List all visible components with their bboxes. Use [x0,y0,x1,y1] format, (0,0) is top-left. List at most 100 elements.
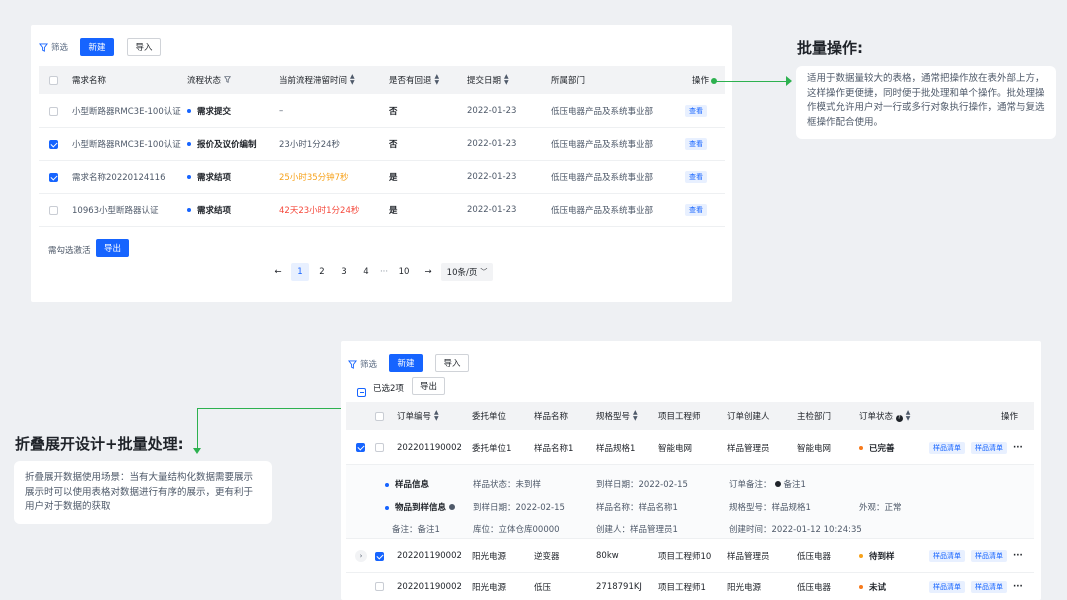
sample-list-tag[interactable]: 样品清单 [971,441,1007,454]
view-button[interactable]: 查看 [685,204,707,216]
export-button[interactable]: 导出 [412,377,445,395]
col-spec[interactable]: 规格型号 ▲ ▼ [596,410,638,423]
cell-name: 小型断路器RMC3E-100认证 [72,107,181,117]
cell-duration: 42天23小时1分24秒 [279,206,360,216]
filter-button[interactable]: 筛选 [348,358,377,370]
page-4[interactable]: 4 [357,263,375,281]
info-icon [774,481,781,487]
expanded-detail-panel: 样品信息 样品状态：未到样 到样日期：2022-02-15 订单备注： 备注1 物… [346,464,1034,539]
page-ellipsis: ··· [379,267,389,277]
status-label: 未试 [869,582,887,593]
more-icon[interactable]: ··· [1013,582,1023,592]
more-icon[interactable]: ··· [1013,443,1023,453]
cell-returned: 否 [389,140,398,150]
next-page-button[interactable]: → [419,263,437,281]
col-returned-label: 是否有回退 [389,75,432,86]
detail-order-note-value: 备注1 [783,480,806,490]
col-submit-date-label: 提交日期 [467,75,502,86]
cell-dept: 低压电器产品及系统事业部 [551,173,654,183]
cell-status: 待到样 [859,550,895,562]
note1-title: 批量操作: [797,39,863,57]
row-expand-toggle[interactable] [356,443,365,452]
sample-list-tag[interactable]: 样品清单 [929,550,965,562]
col-status[interactable]: 订单状态 ?▲ ▼ [859,410,910,423]
detail-sample-status: 样品状态：未到样 [473,480,542,490]
table-row[interactable]: 202201190002 阳光电源 低压 2718791KJ 项目工程师1 阳光… [346,573,1034,600]
col-submit-date[interactable]: 提交日期 ▲ ▼ [467,74,509,87]
chevron-right-icon[interactable]: › [355,550,367,562]
table-row[interactable]: 10963小型断路器认证 42天23小时1分24秒 是 2022-01-23 低压电器产… [39,194,725,227]
sample-list-tag[interactable]: 样品清单 [929,441,965,454]
col-order-no-label: 订单编号 [397,411,432,422]
info-icon [448,504,455,510]
filter-button[interactable]: 筛选 [39,41,68,53]
row-checkbox[interactable] [49,205,58,215]
table-row[interactable]: 小型断路器RMC3E-100认证 – 否 2022-01-23 低压电器产品及系统事业部… [39,95,725,128]
cell-spec: 2718791KJ [596,581,642,592]
prev-page-button[interactable]: ← [269,263,287,281]
detail-spec: 规格型号：样品规格1 [729,503,811,513]
more-icon[interactable]: ··· [1013,551,1023,561]
detail-sample-info-label: 样品信息 [395,480,430,490]
page-2[interactable]: 2 [313,263,331,281]
view-button[interactable]: 查看 [685,171,707,183]
page-1[interactable]: 1 [291,263,309,281]
import-button[interactable]: 导入 [435,354,469,372]
table-row[interactable]: 202201190002 委托单位1 样品名称1 样品规格1 智能电网 样品管理… [346,431,1034,464]
col-order-no[interactable]: 订单编号 ▲ ▼ [397,410,439,423]
sample-list-tag[interactable]: 样品清单 [971,580,1007,593]
connector-line [197,408,198,450]
col-status-label: 流程状态 [187,76,222,86]
cell-engineer: 智能电网 [658,443,693,454]
row-checkbox[interactable] [49,172,58,182]
row-checkbox[interactable] [375,551,384,561]
row-checkbox[interactable] [375,582,384,591]
arrow-icon [786,76,792,86]
row-checkbox[interactable] [49,139,58,149]
cell-status: 未试 [859,581,886,593]
filter-label: 筛选 [51,43,69,53]
cell-date: 2022-01-23 [467,172,517,182]
view-button[interactable]: 查看 [685,105,707,117]
status-dot [187,109,191,113]
arrow-icon [193,448,201,454]
page-10[interactable]: 10 [393,263,415,281]
sort-icon: ▲ ▼ [434,73,440,87]
status-label: 需求结项 [197,173,232,183]
cell-client: 委托单位1 [472,443,512,454]
col-status[interactable]: 流程状态 [187,74,231,86]
batch-select-checkbox[interactable] [357,388,366,397]
page-3[interactable]: 3 [335,263,353,281]
table-row[interactable]: › 202201190002 阳光电源 逆变器 80kw 项目工程师10 样品管… [346,540,1034,573]
sample-list-tag[interactable]: 样品清单 [971,550,1007,562]
cell-dept: 低压电器 [797,582,832,593]
col-action: 操作 [692,76,710,86]
col-returned[interactable]: 是否有回退 ▲ ▼ [389,74,439,87]
row-checkbox[interactable] [375,443,384,452]
table-row[interactable]: 需求名称20220124116 25小时35分钟7秒 是 2022-01-23 低压电器… [39,161,725,194]
sample-list-tag[interactable]: 样品清单 [929,580,965,593]
cell-dept: 低压电器产品及系统事业部 [551,206,654,216]
select-all-checkbox[interactable] [375,411,384,421]
table-row[interactable]: 小型断路器RMC3E-100认证 23小时1分24秒 否 2022-01-23 低压电器… [39,128,725,161]
page-size-select[interactable]: 10条/页 ﹀ [441,263,493,281]
sort-icon: ▲ ▼ [434,409,439,423]
cell-name: 10963小型断路器认证 [72,206,159,216]
cell-creator: 样品管理员 [727,443,770,454]
cell-dept: 低压电器 [797,552,832,562]
col-client: 委托单位 [472,412,507,422]
detail-created-at: 创建时间：2022-01-12 10:24:35 [729,525,862,535]
col-spec-label: 规格型号 [596,411,631,422]
export-button[interactable]: 导出 [96,239,129,257]
status-dot [187,142,191,146]
sort-icon: ▲ ▼ [504,73,509,87]
col-duration[interactable]: 当前流程滞留时间 ▲ ▼ [279,74,355,87]
select-all-checkbox[interactable] [49,75,58,85]
status-label: 已完善 [869,443,895,454]
new-button[interactable]: 新建 [389,354,423,372]
view-button[interactable]: 查看 [685,138,707,150]
new-button[interactable]: 新建 [80,38,114,56]
import-button[interactable]: 导入 [127,38,161,56]
cell-sample: 逆变器 [534,552,560,562]
row-checkbox[interactable] [49,106,58,116]
